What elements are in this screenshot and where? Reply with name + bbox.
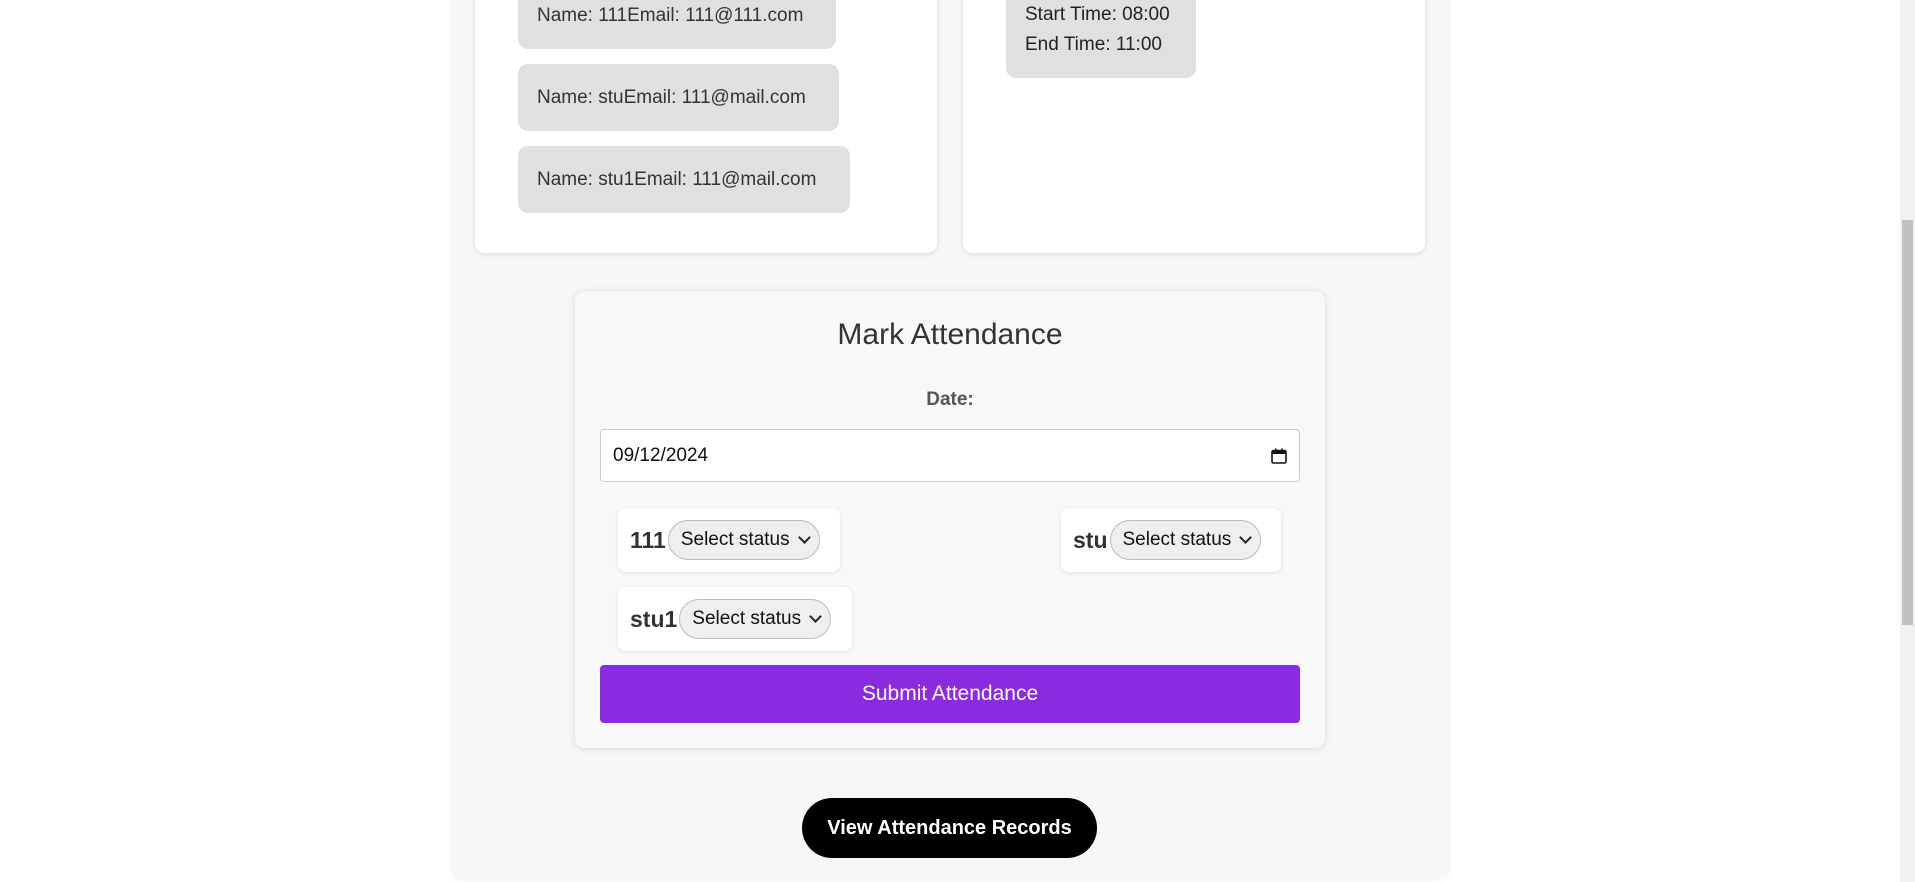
chevron-down-icon bbox=[797, 531, 811, 544]
student-list-item: Name: stu1Email: 111@mail.com bbox=[518, 146, 850, 213]
viewport: Name: 111Email: 111@111.com Name: stuEma… bbox=[0, 0, 1915, 882]
date-input[interactable]: 09/12/2024 bbox=[600, 429, 1300, 482]
calendar-icon[interactable] bbox=[1271, 448, 1287, 464]
panel-title: Mark Attendance bbox=[837, 318, 1063, 351]
student-name: 111 bbox=[630, 526, 666, 553]
view-attendance-records-button[interactable]: View Attendance Records bbox=[802, 798, 1097, 858]
start-time: Start Time: 08:00 bbox=[1025, 4, 1170, 25]
student-list-item-text: Name: 111Email: 111@111.com bbox=[537, 4, 804, 26]
status-select-value: Select status bbox=[692, 608, 802, 629]
student-list-item: Name: stuEmail: 111@mail.com bbox=[518, 64, 839, 131]
submit-attendance-button[interactable]: Submit Attendance bbox=[600, 665, 1300, 723]
attendance-row: 111 Select status bbox=[618, 508, 840, 572]
status-select[interactable]: Select status bbox=[667, 520, 820, 560]
status-select[interactable]: Select status bbox=[679, 599, 832, 639]
student-list-item-text: Name: stuEmail: 111@mail.com bbox=[537, 86, 806, 108]
scrollbar-thumb[interactable] bbox=[1902, 220, 1913, 625]
attendance-row: stu Select status bbox=[1061, 508, 1281, 572]
status-select-value: Select status bbox=[680, 529, 790, 550]
student-name: stu bbox=[1073, 526, 1108, 553]
status-select[interactable]: Select status bbox=[1109, 520, 1262, 560]
schedule-item: Start Time: 08:00 End Time: 11:00 bbox=[1006, 0, 1196, 78]
student-list-item: Name: 111Email: 111@111.com bbox=[518, 0, 836, 49]
chevron-down-icon bbox=[1239, 531, 1253, 544]
date-value: 09/12/2024 bbox=[613, 444, 709, 466]
end-time: End Time: 11:00 bbox=[1025, 34, 1162, 55]
student-list-item-text: Name: stu1Email: 111@mail.com bbox=[537, 168, 817, 190]
status-select-value: Select status bbox=[1122, 529, 1232, 550]
attendance-row: stu1 Select status bbox=[618, 587, 852, 651]
chevron-down-icon bbox=[809, 610, 822, 623]
date-label: Date: bbox=[926, 389, 974, 410]
student-name: stu1 bbox=[630, 605, 678, 632]
